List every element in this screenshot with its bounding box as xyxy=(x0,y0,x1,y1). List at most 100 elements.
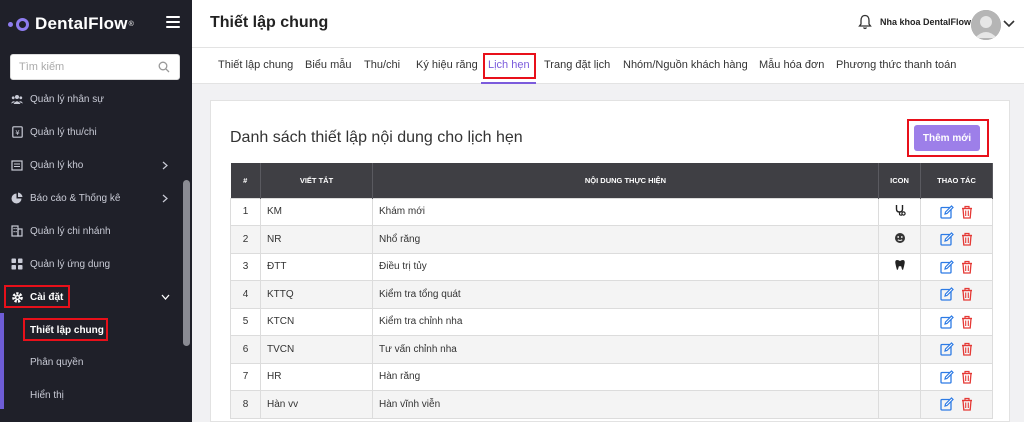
table-row: 4 KTTQ Kiểm tra tổng quát xyxy=(230,280,993,309)
sidebar-item-finance[interactable]: ¥ Quản lý thu/chi xyxy=(0,117,182,147)
row-abbreviation: Hàn vv xyxy=(260,390,373,419)
column-header-actions: THAO TÁC xyxy=(920,163,993,198)
row-content: Kiểm tra tổng quát xyxy=(372,280,879,309)
edit-icon[interactable] xyxy=(939,314,954,329)
row-abbreviation: TVCN xyxy=(260,335,373,364)
settings-highlight-box xyxy=(4,285,70,308)
row-icon-cell xyxy=(878,335,921,364)
brand-logo[interactable]: DentalFlow ® xyxy=(8,12,134,36)
row-index: 3 xyxy=(230,252,261,281)
edit-icon[interactable] xyxy=(939,342,954,356)
avatar[interactable] xyxy=(971,10,1001,40)
tab-tooth-symbols[interactable]: Ký hiệu răng xyxy=(416,59,478,71)
row-icon-cell xyxy=(878,390,921,419)
row-abbreviation: KM xyxy=(260,197,373,226)
delete-icon[interactable] xyxy=(960,287,974,301)
tab-forms[interactable]: Biểu mẫu xyxy=(305,59,351,71)
delete-icon[interactable] xyxy=(960,342,974,356)
row-icon-cell xyxy=(878,197,921,226)
tab-booking-page[interactable]: Trang đặt lịch xyxy=(544,59,610,71)
row-actions xyxy=(920,252,993,281)
table-row: 8 Hàn vv Hàn vĩnh viễn xyxy=(230,390,993,419)
row-content: Nhổ răng xyxy=(372,225,879,254)
row-index: 4 xyxy=(230,280,261,309)
sidebar-item-branches[interactable]: Quản lý chi nhánh xyxy=(0,216,182,246)
chevron-right-icon xyxy=(160,159,170,171)
search-icon[interactable] xyxy=(157,60,171,74)
table-row: 5 KTCN Kiểm tra chỉnh nha xyxy=(230,307,993,336)
sidebar-item-label: Quản lý nhân sự xyxy=(30,93,104,105)
table-row: 1 KM Khám mới xyxy=(230,197,993,226)
sidebar-item-hr[interactable]: Quản lý nhân sự xyxy=(0,84,182,114)
sidebar-item-label: Quản lý thu/chi xyxy=(30,126,97,138)
hamburger-menu-icon[interactable] xyxy=(166,16,180,28)
add-button-highlight-box xyxy=(907,119,989,157)
column-header-abbreviation: VIẾT TẮT xyxy=(260,163,373,198)
appointment-settings-table: # VIẾT TẮT NỘI DUNG THỰC HIỆN ICON THAO … xyxy=(230,163,993,419)
table-body: 1 KM Khám mới 2 NR Nhổ răng 3 ĐTT Điều t… xyxy=(230,197,993,419)
edit-icon[interactable] xyxy=(939,397,954,411)
row-actions xyxy=(920,362,993,391)
row-actions xyxy=(920,307,993,336)
row-index: 8 xyxy=(230,390,261,419)
column-header-content: NỘI DUNG THỰC HIỆN xyxy=(372,163,879,198)
delete-icon[interactable] xyxy=(960,315,974,329)
row-abbreviation: KTCN xyxy=(260,307,373,336)
sidebar-item-reports[interactable]: Báo cáo & Thống kê xyxy=(0,183,182,213)
row-actions xyxy=(920,280,993,309)
row-abbreviation: KTTQ xyxy=(260,280,373,309)
apps-icon xyxy=(10,257,24,271)
row-content: Khám mới xyxy=(372,197,879,226)
row-icon-cell xyxy=(878,225,921,254)
row-icon-cell xyxy=(878,280,921,309)
tab-general[interactable]: Thiết lập chung xyxy=(218,59,293,71)
search-input[interactable] xyxy=(19,61,157,73)
bell-icon[interactable] xyxy=(858,14,872,30)
edit-icon[interactable] xyxy=(939,287,954,301)
tab-finance[interactable]: Thu/chi xyxy=(364,59,400,71)
edit-icon[interactable] xyxy=(939,232,954,246)
sidebar-item-apps[interactable]: Quản lý ứng dụng xyxy=(0,249,182,279)
pie-chart-icon xyxy=(10,191,24,205)
row-content: Hàn vĩnh viễn xyxy=(372,390,879,419)
delete-icon[interactable] xyxy=(960,205,974,219)
tab-payment-methods[interactable]: Phương thức thanh toán xyxy=(836,59,956,71)
row-icon-cell xyxy=(878,307,921,336)
row-actions xyxy=(920,390,993,419)
edit-icon[interactable] xyxy=(939,259,954,274)
row-actions xyxy=(920,197,993,226)
delete-icon[interactable] xyxy=(960,260,974,274)
logo-mark-icon xyxy=(8,17,29,31)
sidebar-subitem-display[interactable]: Hiển thị xyxy=(30,390,64,401)
sidebar-item-label: Báo cáo & Thống kê xyxy=(30,192,121,204)
delete-icon[interactable] xyxy=(960,232,974,246)
row-icon-cell xyxy=(878,252,921,281)
chevron-down-icon[interactable] xyxy=(1003,19,1015,29)
top-bar: Thiết lập chung Nha khoa DentalFlow xyxy=(192,0,1024,48)
tab-invoice-templates[interactable]: Mẫu hóa đơn xyxy=(759,59,824,71)
edit-icon[interactable] xyxy=(939,204,954,219)
row-index: 5 xyxy=(230,307,261,336)
table-row: 3 ĐTT Điều trị tủy xyxy=(230,252,993,281)
sidebar-search xyxy=(10,54,180,80)
chevron-down-icon xyxy=(160,291,170,303)
warehouse-icon xyxy=(10,158,24,172)
delete-icon[interactable] xyxy=(960,397,974,411)
sidebar-item-label: Quản lý kho xyxy=(30,159,84,171)
sidebar-item-inventory[interactable]: Quản lý kho xyxy=(0,150,182,180)
svg-text:¥: ¥ xyxy=(15,129,20,137)
table-header-row: # VIẾT TẮT NỘI DUNG THỰC HIỆN ICON THAO … xyxy=(230,163,993,198)
edit-icon[interactable] xyxy=(939,369,954,384)
submenu-indicator xyxy=(0,313,4,409)
tab-customer-groups[interactable]: Nhóm/Nguồn khách hàng xyxy=(623,59,748,71)
delete-icon[interactable] xyxy=(960,370,974,384)
sidebar: DentalFlow ® Quản lý nhân sự ¥ Quản lý t… xyxy=(0,0,192,422)
card-title: Danh sách thiết lập nội dung cho lịch hẹ… xyxy=(230,129,523,146)
tooth-icon xyxy=(894,259,906,271)
row-abbreviation: ĐTT xyxy=(260,252,373,281)
row-abbreviation: HR xyxy=(260,362,373,391)
sidebar-scrollbar[interactable] xyxy=(183,180,190,346)
sidebar-subitem-permissions[interactable]: Phân quyền xyxy=(30,357,83,368)
brand-trademark: ® xyxy=(128,20,134,28)
stethoscope-icon xyxy=(894,204,906,216)
